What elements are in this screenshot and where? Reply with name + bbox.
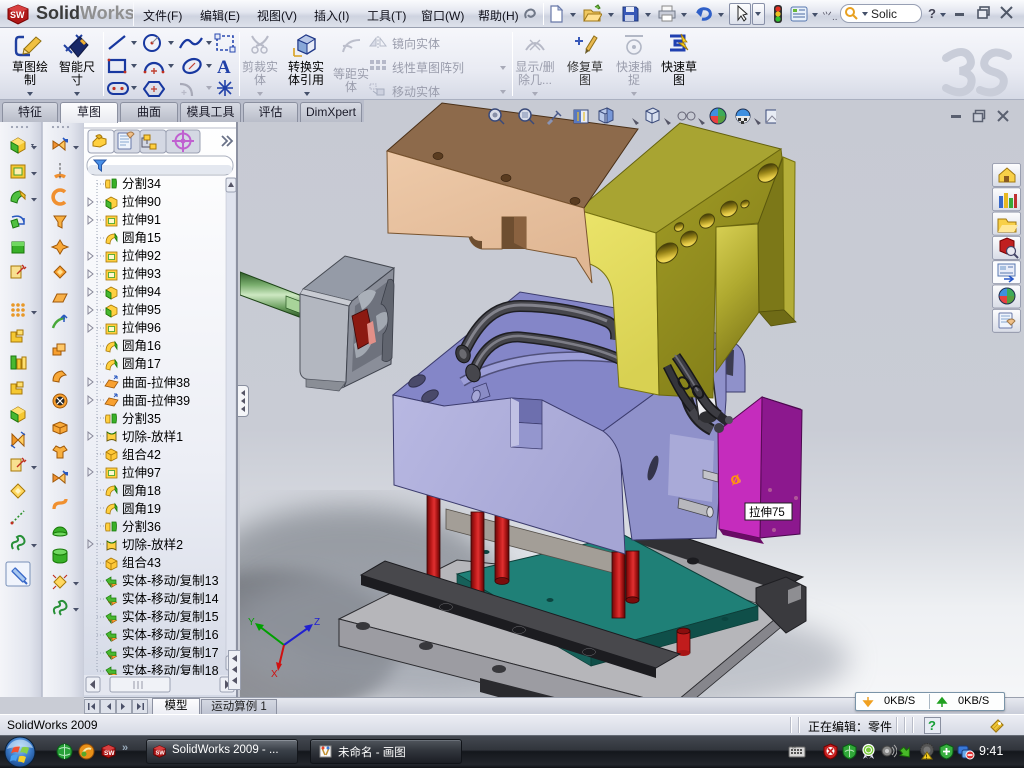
svg-text:拉伸92: 拉伸92 — [122, 248, 161, 263]
svg-text:圆角18: 圆角18 — [122, 484, 161, 498]
svg-text:圆角19: 圆角19 — [122, 502, 161, 516]
svg-text:X: X — [271, 669, 278, 680]
svg-text:拉伸97: 拉伸97 — [122, 465, 161, 480]
svg-text:Y: Y — [248, 617, 255, 628]
svg-text:SW: SW — [104, 750, 115, 757]
svg-text:A: A — [217, 57, 231, 77]
svg-text:实体-移动/复制15: 实体-移动/复制15 — [122, 609, 219, 624]
svg-text:曲面-拉伸38: 曲面-拉伸38 — [122, 375, 190, 390]
svg-text:SW: SW — [156, 751, 166, 757]
svg-text:曲面-拉伸39: 曲面-拉伸39 — [122, 393, 190, 408]
svg-text:切除-放样1: 切除-放样1 — [122, 429, 183, 444]
svg-text:拉伸75: 拉伸75 — [749, 505, 785, 519]
svg-text:分割34: 分割34 — [122, 176, 161, 191]
svg-text:拉伸90: 拉伸90 — [122, 194, 161, 209]
svg-text:分割36: 分割36 — [122, 519, 161, 534]
svg-text:组合42: 组合42 — [122, 447, 161, 462]
svg-text:分割35: 分割35 — [122, 411, 161, 426]
svg-text:拉伸96: 拉伸96 — [122, 320, 161, 335]
svg-text:拉伸91: 拉伸91 — [122, 212, 161, 227]
svg-text:拉伸93: 拉伸93 — [122, 266, 161, 281]
svg-text:Z: Z — [314, 617, 320, 628]
svg-text:圆角15: 圆角15 — [122, 231, 161, 245]
svg-text:实体-移动/复制14: 实体-移动/复制14 — [122, 591, 219, 606]
svg-text:实体-移动/复制16: 实体-移动/复制16 — [122, 627, 219, 642]
svg-text:圆角16: 圆角16 — [122, 339, 161, 353]
svg-text:实体-移动/复制17: 实体-移动/复制17 — [122, 645, 219, 660]
svg-text:实体-移动/复制13: 实体-移动/复制13 — [122, 573, 219, 588]
svg-text:CH: CH — [792, 747, 796, 750]
svg-text:组合43: 组合43 — [122, 555, 161, 570]
svg-text:圆角17: 圆角17 — [122, 357, 161, 371]
svg-text:切除-放样2: 切除-放样2 — [122, 537, 183, 552]
svg-text:SW: SW — [10, 10, 25, 20]
svg-text:拉伸95: 拉伸95 — [122, 302, 161, 317]
svg-text:拉伸94: 拉伸94 — [122, 284, 161, 299]
